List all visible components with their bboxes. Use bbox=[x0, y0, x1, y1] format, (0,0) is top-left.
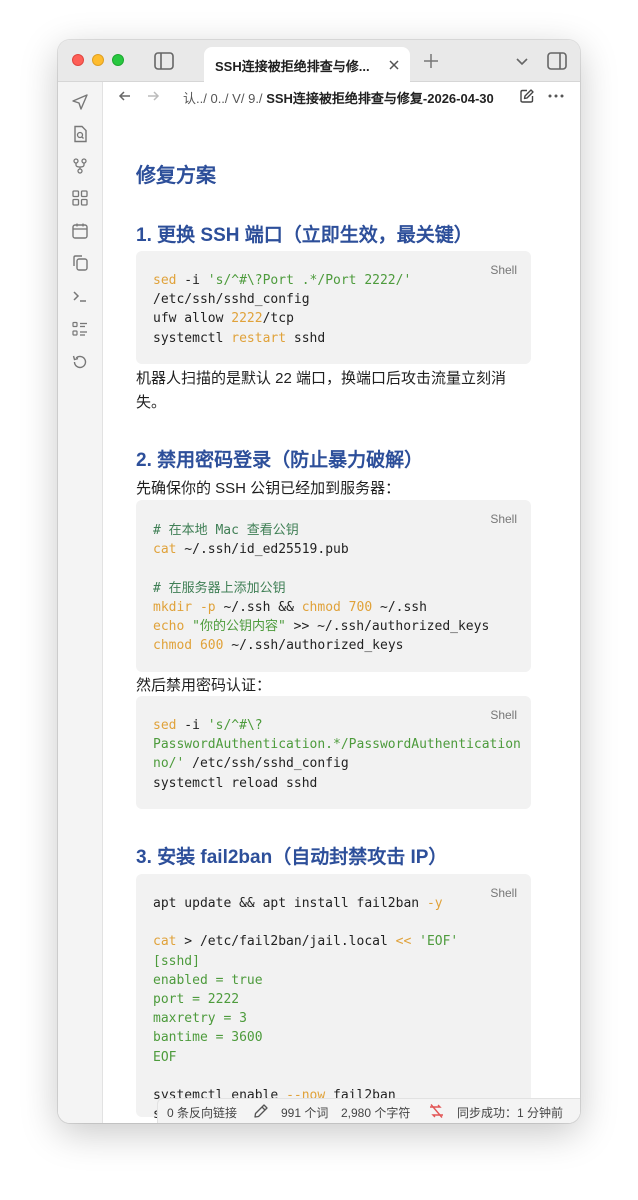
list-icon[interactable] bbox=[71, 320, 89, 338]
code-lines: # 在本地 Mac 查看公钥 cat ~/.ssh/id_ed25519.pub… bbox=[153, 523, 490, 654]
copy-icon[interactable] bbox=[71, 254, 89, 272]
sync-error-icon[interactable] bbox=[428, 1103, 445, 1119]
code-language-label: Shell bbox=[490, 886, 517, 900]
breadcrumb: 认../ 0../ V/ 9./ SSH连接被拒绝排查与修复-2026-04-3… bbox=[183, 88, 494, 107]
status-word-count: 991 个词 bbox=[281, 1106, 329, 1120]
history-icon[interactable] bbox=[71, 353, 89, 371]
close-tab-icon[interactable] bbox=[386, 57, 402, 73]
pencil-icon[interactable] bbox=[253, 1103, 269, 1119]
chevron-down-icon[interactable] bbox=[514, 53, 530, 69]
note-content: 修复方案 1. 更换 SSH 端口（立即生效，最关键） Shell sed -i… bbox=[103, 82, 580, 1123]
minimize-window-button[interactable] bbox=[92, 54, 104, 66]
close-window-button[interactable] bbox=[72, 54, 84, 66]
new-tab-icon[interactable] bbox=[422, 52, 440, 70]
code-lines: sed -i 's/^#\?Port .*/Port 2222/' /etc/s… bbox=[153, 273, 412, 346]
code-lines: sed -i 's/^#\? PasswordAuthentication.*/… bbox=[153, 718, 521, 791]
paragraph-ssh-key-intro: 先确保你的 SSH 公钥已经加到服务器： bbox=[136, 480, 401, 497]
title-bar: SSH连接被拒绝排查与修... bbox=[58, 40, 580, 83]
tab-active[interactable]: SSH连接被拒绝排查与修... bbox=[204, 47, 410, 83]
search-file-icon[interactable] bbox=[71, 125, 89, 143]
breadcrumb-item[interactable]: 0../ bbox=[210, 91, 228, 106]
zoom-window-button[interactable] bbox=[112, 54, 124, 66]
forward-arrow-icon[interactable] bbox=[145, 88, 161, 104]
left-sidebar-toggle-icon[interactable] bbox=[153, 51, 175, 71]
more-icon[interactable] bbox=[547, 88, 565, 104]
breadcrumb-current[interactable]: SSH连接被拒绝排查与修复-2026-04-30 bbox=[266, 91, 494, 106]
calendar-icon[interactable] bbox=[71, 222, 89, 240]
app-window: SSH连接被拒绝排查与修... 修复方案 1. 更换 SSH 端口（立即生效，最… bbox=[58, 40, 580, 1123]
send-icon[interactable] bbox=[71, 93, 89, 111]
code-block-4[interactable]: Shell apt update && apt install fail2ban… bbox=[136, 874, 531, 1122]
code-lines: apt update && apt install fail2ban -y ca… bbox=[153, 896, 459, 1122]
heading-fix-plan: 修复方案 bbox=[136, 165, 216, 187]
navigation-bar: 认../ 0../ V/ 9./ SSH连接被拒绝排查与修复-2026-04-3… bbox=[103, 82, 580, 110]
editor-pane: 修复方案 1. 更换 SSH 端口（立即生效，最关键） Shell sed -i… bbox=[103, 82, 580, 1123]
code-block-1[interactable]: Shell sed -i 's/^#\?Port .*/Port 2222/' … bbox=[136, 251, 531, 364]
grid-icon[interactable] bbox=[71, 189, 89, 207]
heading-section-2: 2. 禁用密码登录（防止暴力破解） bbox=[136, 450, 424, 471]
edit-icon[interactable] bbox=[519, 88, 535, 104]
status-bar: 0 条反向链接 991 个词 2,980 个字符 同步成功：1 分钟前 bbox=[157, 1098, 580, 1123]
breadcrumb-item[interactable]: 认../ bbox=[183, 91, 207, 106]
status-sync[interactable]: 同步成功：1 分钟前 bbox=[457, 1104, 563, 1121]
heading-section-3: 3. 安装 fail2ban（自动封禁攻击 IP） bbox=[136, 847, 448, 868]
back-arrow-icon[interactable] bbox=[117, 88, 133, 104]
code-language-label: Shell bbox=[490, 512, 517, 526]
terminal-icon[interactable] bbox=[71, 287, 89, 305]
status-char-count: 2,980 个字符 bbox=[341, 1106, 411, 1120]
right-sidebar-toggle-icon[interactable] bbox=[546, 51, 568, 71]
left-ribbon bbox=[58, 82, 103, 1123]
paragraph-disable-password: 然后禁用密码认证： bbox=[136, 677, 272, 694]
code-block-2[interactable]: Shell # 在本地 Mac 查看公钥 cat ~/.ssh/id_ed255… bbox=[136, 500, 531, 672]
tab-title: SSH连接被拒绝排查与修... bbox=[215, 58, 370, 74]
breadcrumb-item[interactable]: V/ bbox=[232, 91, 244, 106]
code-language-label: Shell bbox=[490, 263, 517, 277]
git-branch-icon[interactable] bbox=[71, 157, 89, 175]
status-backlinks[interactable]: 0 条反向链接 bbox=[167, 1104, 237, 1121]
breadcrumb-item[interactable]: 9./ bbox=[248, 91, 262, 106]
code-block-3[interactable]: Shell sed -i 's/^#\? PasswordAuthenticat… bbox=[136, 696, 531, 809]
paragraph-port-note: 机器人扫描的是默认 22 端口，换端口后攻击流量立刻消失。 bbox=[136, 370, 507, 411]
heading-section-1: 1. 更换 SSH 端口（立即生效，最关键） bbox=[136, 225, 473, 246]
